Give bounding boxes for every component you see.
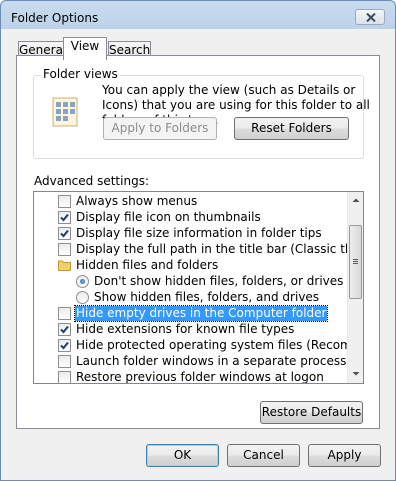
list-item-label: Hidden files and folders [76,258,219,272]
list-item: Hidden files and folders [34,257,344,273]
checkbox-hide-protected-files[interactable] [58,339,71,352]
list-item-label: Show hidden files, folders, and drives [94,290,320,304]
reset-folders-button[interactable]: Reset Folders [234,117,349,140]
list-item-label: Display file size information in folder … [76,226,322,240]
list-item[interactable]: Hide extensions for known file types [34,321,344,337]
list-item[interactable]: Display file size information in folder … [34,225,344,241]
advanced-settings-list[interactable]: Always show menus Display file icon on t… [33,191,364,384]
close-button[interactable] [355,9,385,25]
checkmark-icon [60,213,69,222]
list-item[interactable]: Don't show hidden files, folders, or dri… [34,273,344,289]
tab-view[interactable]: View [63,37,107,60]
checkmark-icon [60,325,69,334]
checkbox-hide-extensions[interactable] [58,323,71,336]
list-item[interactable]: Hide protected operating system files (R… [34,337,363,353]
checkbox-display-file-icon[interactable] [58,211,71,224]
window-title: Folder Options [11,11,99,25]
apply-to-folders-button[interactable]: Apply to Folders [103,117,217,140]
title-bar[interactable]: Folder Options [1,1,395,31]
list-item-label: Hide empty drives in the Computer folder [73,305,329,322]
restore-defaults-button[interactable]: Restore Defaults [260,401,363,424]
checkbox-launch-separate-process[interactable] [58,355,71,368]
checkbox-display-file-size[interactable] [58,227,71,240]
list-item-label: Display file icon on thumbnails [76,210,261,224]
checkmark-icon [60,229,69,238]
list-item-label: Hide protected operating system files (R… [76,338,363,352]
list-item[interactable]: Always show menus [34,193,344,209]
folder-views-label: Folder views [41,67,120,81]
checkmark-icon [60,341,69,350]
list-item[interactable]: Display file icon on thumbnails [34,209,344,225]
list-item-label: Don't show hidden files, folders, or dri… [94,274,344,288]
advanced-settings-label: Advanced settings: [34,174,149,188]
apply-button[interactable]: Apply [308,444,381,467]
radio-dont-show-hidden[interactable] [76,275,89,288]
scroll-up-button[interactable] [348,192,363,209]
list-item[interactable]: Launch folder windows in a separate proc… [34,353,347,369]
list-item[interactable]: Display the full path in the title bar (… [34,241,363,257]
list-item[interactable]: Hide empty drives in the Computer folder [34,305,344,322]
list-item-label: Display the full path in the title bar (… [76,242,363,256]
scroll-down-button[interactable] [348,365,363,382]
folder-views-icon [52,97,78,127]
checkbox-display-full-path[interactable] [58,243,71,256]
scroll-thumb[interactable] [349,225,362,299]
folder-icon [58,260,71,271]
list-scrollbar[interactable] [347,192,363,383]
checkbox-hide-empty-drives[interactable] [58,307,71,320]
checkbox-restore-windows[interactable] [58,371,71,383]
scroll-up-icon [352,198,360,202]
list-item-label: Always show menus [76,194,198,208]
list-item-label: Hide extensions for known file types [76,322,295,336]
close-icon [366,13,376,22]
list-item-label: Launch folder windows in a separate proc… [76,354,347,368]
list-item[interactable]: Restore previous folder windows at logon [34,369,344,384]
checkbox-always-show-menus[interactable] [58,195,71,208]
list-item-label: Restore previous folder windows at logon [76,370,324,384]
scroll-down-icon [352,372,360,376]
ok-button[interactable]: OK [146,444,219,467]
list-item[interactable]: Show hidden files, folders, and drives [34,289,344,305]
cancel-button[interactable]: Cancel [227,444,300,467]
radio-show-hidden[interactable] [76,291,89,304]
folder-options-window: Folder Options General View Search Folde… [0,0,396,481]
